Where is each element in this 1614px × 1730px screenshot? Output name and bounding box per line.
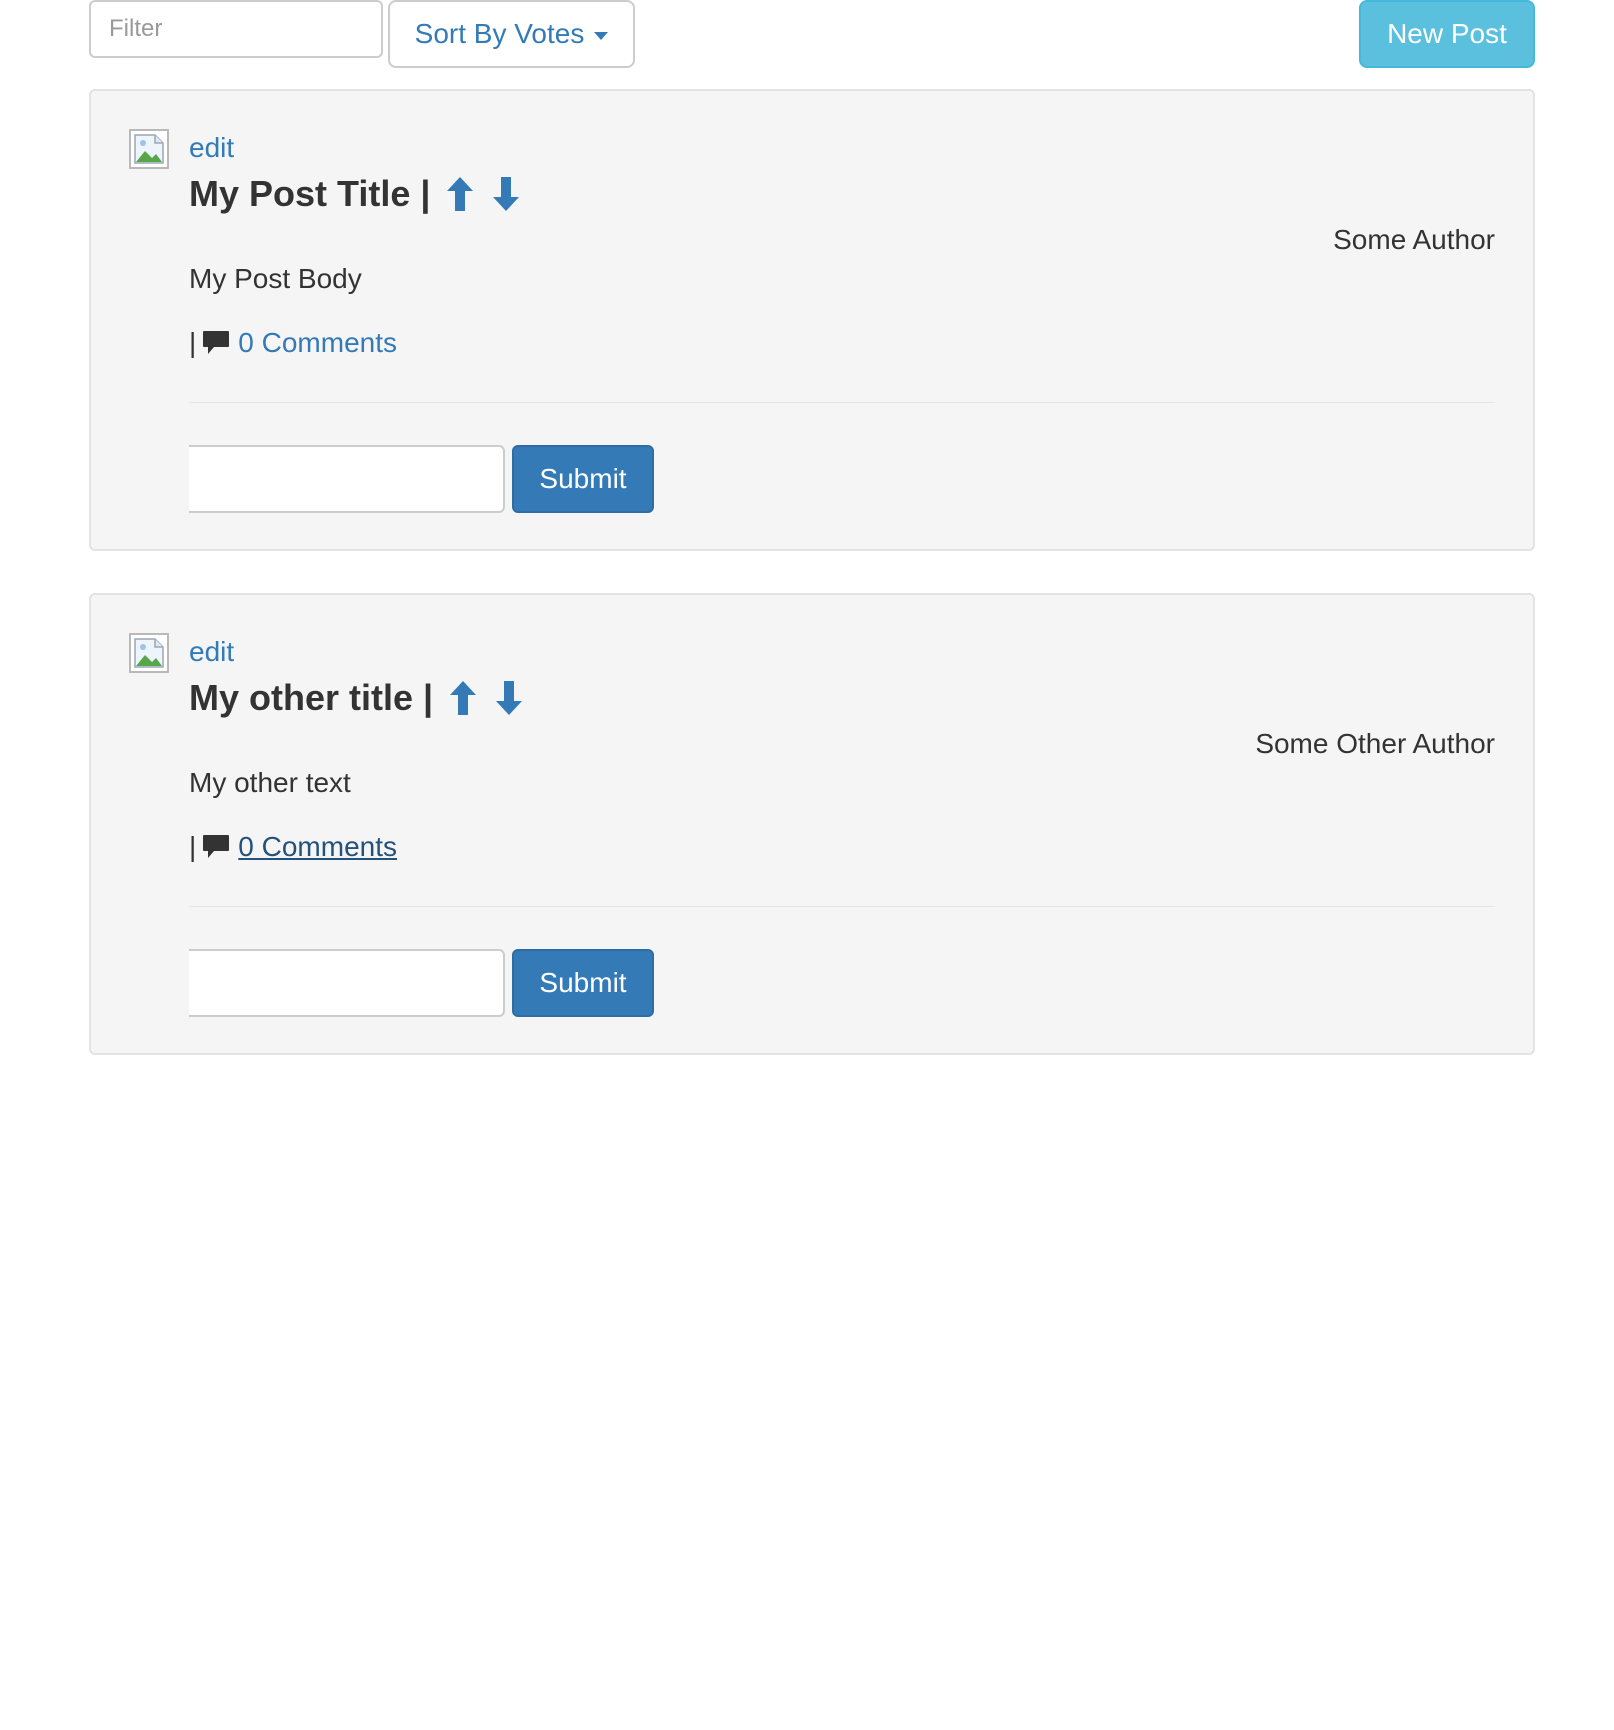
post-title: My other title |: [189, 677, 434, 718]
submit-button-label: Submit: [539, 967, 627, 998]
post-author: Some Other Author: [1255, 728, 1495, 759]
comments-link[interactable]: 0 Comments: [238, 327, 397, 359]
arrow-down-icon[interactable]: [490, 174, 522, 214]
sort-dropdown-button[interactable]: Sort By Votes: [388, 0, 635, 68]
comments-row: | 0 Comments: [189, 323, 397, 363]
post-title-row: My other title |: [189, 673, 525, 723]
filter-input[interactable]: [89, 0, 383, 58]
post-title-row: My Post Title |: [189, 169, 522, 219]
comment-input[interactable]: [189, 445, 505, 513]
comment-icon: [202, 330, 230, 356]
post-title: My Post Title |: [189, 173, 431, 214]
submit-button[interactable]: Submit: [512, 949, 654, 1017]
edit-link[interactable]: edit: [189, 636, 234, 668]
sort-button-label: Sort By Votes: [414, 18, 585, 49]
edit-link[interactable]: edit: [189, 132, 234, 164]
comment-input[interactable]: [189, 949, 505, 1017]
broken-image-icon: [129, 633, 169, 673]
toolbar: Sort By Votes New Post: [89, 0, 1535, 70]
new-post-button-label: New Post: [1387, 18, 1507, 49]
comments-separator: |: [189, 831, 197, 862]
post-body: My Post Body: [189, 263, 362, 294]
broken-image-icon: [129, 129, 169, 169]
post-author: Some Author: [1333, 224, 1495, 255]
submit-button-label: Submit: [539, 463, 627, 494]
comment-icon: [202, 834, 230, 860]
divider: [189, 906, 1495, 907]
comments-separator: |: [189, 327, 197, 358]
arrow-down-icon[interactable]: [493, 678, 525, 718]
post-card: edit My Post Title | Some Author My Post…: [89, 89, 1535, 551]
caret-down-icon: [594, 31, 609, 40]
post-body: My other text: [189, 767, 351, 798]
arrow-up-icon[interactable]: [444, 174, 476, 214]
divider: [189, 402, 1495, 403]
comments-row: | 0 Comments: [189, 827, 397, 867]
submit-button[interactable]: Submit: [512, 445, 654, 513]
comments-link[interactable]: 0 Comments: [238, 831, 397, 863]
post-card: edit My other title | Some Other Author …: [89, 593, 1535, 1055]
new-post-button[interactable]: New Post: [1359, 0, 1535, 68]
arrow-up-icon[interactable]: [447, 678, 479, 718]
